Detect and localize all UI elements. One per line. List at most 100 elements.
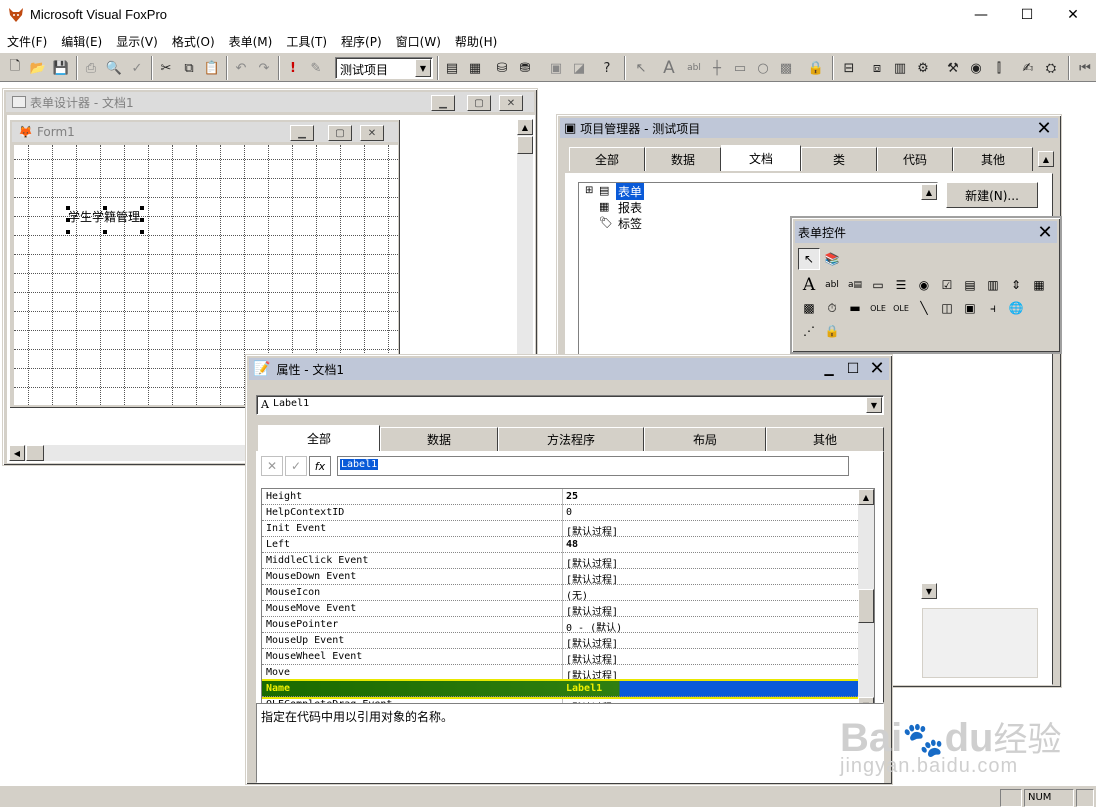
accept-edit-icon[interactable]: ✓: [285, 456, 307, 476]
property-list[interactable]: Height 25 HelpContextID 0 Init Event [默认过程] Le…: [261, 488, 875, 714]
command-button-icon[interactable]: ▭: [867, 274, 889, 296]
copy-icon[interactable]: ⧉: [178, 57, 200, 79]
first-record-icon[interactable]: ⏮: [1074, 57, 1096, 79]
menu-tools[interactable]: 工具(T): [279, 30, 334, 52]
form1-close-icon[interactable]: ✕: [360, 125, 384, 141]
function-icon[interactable]: fx: [309, 456, 331, 476]
form-window-icon[interactable]: ▤: [441, 57, 463, 79]
label-tool-icon[interactable]: A: [658, 57, 680, 79]
property-row[interactable]: HelpContextID 0: [262, 505, 858, 521]
new-button[interactable]: 新建(N)...: [946, 182, 1038, 208]
label-control-icon[interactable]: A: [798, 274, 820, 296]
property-row[interactable]: MouseUp Event [默认过程]: [262, 633, 858, 650]
data-env-icon[interactable]: ⧈: [866, 57, 888, 79]
expand-icon[interactable]: ⊞: [585, 185, 593, 196]
separator-icon[interactable]: ⫞: [982, 297, 1004, 319]
ole-container-icon[interactable]: OLE: [867, 297, 889, 319]
wizard-icon[interactable]: ◪: [568, 57, 590, 79]
textbox-control-icon[interactable]: abl: [821, 274, 843, 296]
project-close-icon[interactable]: ✕: [1033, 118, 1055, 139]
print-preview-icon[interactable]: 🔍: [103, 57, 125, 79]
pageframe-icon[interactable]: ▬: [844, 297, 866, 319]
lock-icon[interactable]: 🔒: [805, 57, 827, 79]
layout-toolbar-icon[interactable]: ⫿: [988, 57, 1010, 79]
cut-icon[interactable]: ✂: [155, 57, 177, 79]
project-combo[interactable]: 测试项目 ▼: [335, 57, 433, 79]
property-row[interactable]: Move [默认过程]: [262, 665, 858, 682]
property-row[interactable]: MiddleClick Event [默认过程]: [262, 553, 858, 570]
close-button[interactable]: ✕: [1050, 0, 1096, 30]
report-icon[interactable]: ▦: [464, 57, 486, 79]
image-tool-icon[interactable]: ▩: [775, 57, 797, 79]
minimize-icon[interactable]: ▁: [431, 95, 455, 111]
property-row[interactable]: MouseMove Event [默认过程]: [262, 601, 858, 618]
print-icon[interactable]: ⎙: [80, 57, 102, 79]
hyperlink-icon[interactable]: 🌐: [1005, 297, 1027, 319]
tab-other[interactable]: 其他: [953, 147, 1033, 171]
checkbox-icon[interactable]: ☑: [936, 274, 958, 296]
properties-close-icon[interactable]: ✕: [866, 358, 888, 379]
rectangle-tool-icon[interactable]: ▭: [729, 57, 751, 79]
property-row[interactable]: Left 48: [262, 537, 858, 553]
line-control-icon[interactable]: ╲: [913, 297, 935, 319]
scroll-up-icon[interactable]: ▲: [517, 119, 533, 135]
modify-icon[interactable]: ✎: [305, 57, 327, 79]
layout-icon[interactable]: ⊟: [838, 57, 860, 79]
tab-methods[interactable]: 方法程序: [498, 427, 644, 451]
menu-edit[interactable]: 编辑(E): [54, 30, 109, 52]
tab-data-properties[interactable]: 数据: [380, 427, 498, 451]
property-row[interactable]: Height 25: [262, 489, 858, 505]
tree-item-reports[interactable]: 报表: [618, 199, 642, 216]
tab-all[interactable]: 全部: [569, 147, 645, 171]
combobox-icon[interactable]: ▤: [959, 274, 981, 296]
close-icon[interactable]: ✕: [499, 95, 523, 111]
image-control-icon[interactable]: ▩: [798, 297, 820, 319]
ole-bound-icon[interactable]: OLE: [890, 297, 912, 319]
property-list-scrollbar[interactable]: ▲▼: [858, 489, 874, 713]
scroll-left-icon[interactable]: ◀: [9, 445, 25, 461]
listbox-icon[interactable]: ▥: [982, 274, 1004, 296]
tree-item-labels[interactable]: 标签: [618, 215, 642, 232]
tab-all-properties[interactable]: 全部: [258, 425, 380, 451]
form1-minimize-icon[interactable]: ▁: [290, 125, 314, 141]
redo-icon[interactable]: ↷: [253, 57, 275, 79]
spell-check-icon[interactable]: ✓: [126, 57, 148, 79]
new-file-icon[interactable]: 🗋: [4, 57, 26, 79]
open-folder-icon[interactable]: 📂: [27, 57, 49, 79]
tab-layout[interactable]: 布局: [644, 427, 766, 451]
paste-icon[interactable]: 📋: [201, 57, 223, 79]
autoformat-icon[interactable]: ⛭: [1040, 57, 1062, 79]
save-icon[interactable]: 💾: [50, 57, 72, 79]
pointer-icon[interactable]: ↖: [630, 57, 652, 79]
container-icon[interactable]: ▣: [959, 297, 981, 319]
form-builder-icon[interactable]: ✍: [1017, 57, 1039, 79]
properties-maximize-icon[interactable]: ☐: [842, 359, 864, 379]
property-edit-box[interactable]: Label1: [337, 456, 849, 476]
tree-item-forms[interactable]: 表单: [616, 183, 645, 200]
chevron-down-icon[interactable]: ▼: [866, 397, 882, 413]
tab-other-properties[interactable]: 其他: [766, 427, 884, 451]
select-objects-icon[interactable]: ↖: [798, 248, 820, 270]
chevron-down-icon[interactable]: ▼: [415, 59, 431, 77]
editbox-control-icon[interactable]: a▤: [844, 274, 866, 296]
timer-icon[interactable]: ⏱: [821, 297, 843, 319]
table-icon[interactable]: ⛃: [514, 57, 536, 79]
help-icon[interactable]: ?: [596, 57, 618, 79]
tab-documents[interactable]: 文档: [721, 145, 801, 171]
menu-format[interactable]: 格式(O): [165, 30, 222, 52]
database-icon[interactable]: ⛁: [491, 57, 513, 79]
form-controls-close-icon[interactable]: ✕: [1034, 222, 1056, 243]
tab-data[interactable]: 数据: [645, 147, 721, 171]
command-group-icon[interactable]: ☰: [890, 274, 912, 296]
view-classes-icon[interactable]: 📚: [821, 248, 843, 270]
maximize-icon[interactable]: ▢: [467, 95, 491, 111]
textbox-tool-icon[interactable]: abl: [683, 57, 705, 79]
spinner-icon[interactable]: ⇕: [1005, 274, 1027, 296]
label1-control[interactable]: 学生学籍管理: [68, 208, 140, 225]
color-palette-icon[interactable]: ◉: [965, 57, 987, 79]
button-lock-icon[interactable]: 🔒: [821, 320, 843, 342]
menu-program[interactable]: 程序(P): [334, 30, 389, 52]
menu-form[interactable]: 表单(M): [222, 30, 280, 52]
minimize-button[interactable]: —: [958, 0, 1004, 30]
code-window-icon[interactable]: ⚙: [912, 57, 934, 79]
